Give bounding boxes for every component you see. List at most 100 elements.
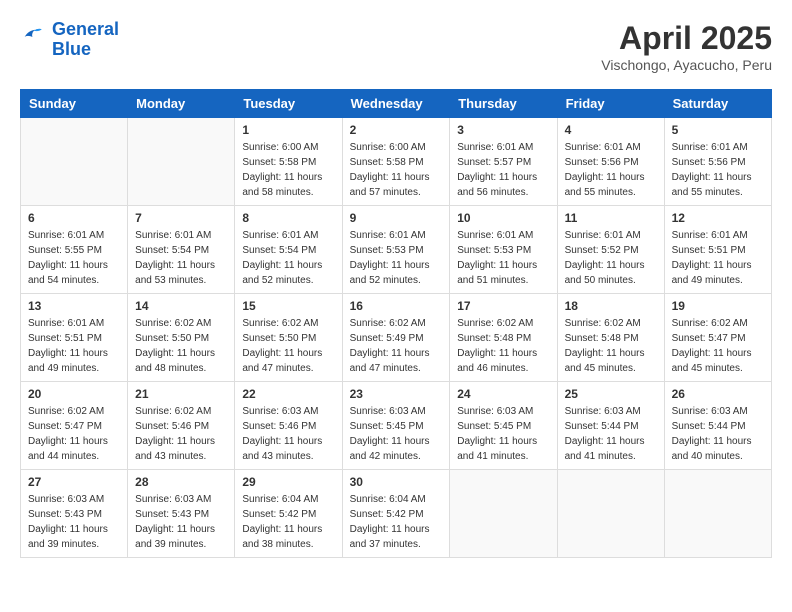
calendar-cell: 8 Sunrise: 6:01 AM Sunset: 5:54 PM Daylig… [235,206,342,294]
calendar-cell: 16Sunrise: 6:02 AM Sunset: 5:49 PM Dayli… [342,294,450,382]
day-detail: Sunrise: 6:03 AM Sunset: 5:45 PM Dayligh… [350,404,443,464]
day-detail: Sunrise: 6:03 AM Sunset: 5:45 PM Dayligh… [457,404,549,464]
day-number: 29 [242,475,334,489]
calendar-cell: 29 Sunrise: 6:04 AM Sunset: 5:42 PM Dayli… [235,470,342,558]
weekday-header: Friday [557,90,664,118]
day-detail: Sunrise: 6:03 AM Sunset: 5:46 PM Dayligh… [242,404,334,464]
day-detail: Sunrise: 6:03 AM Sunset: 5:43 PM Dayligh… [28,492,120,552]
day-detail: Sunrise: 6:02 AM Sunset: 5:48 PM Dayligh… [565,316,657,376]
day-detail: Sunrise: 6:01 AM Sunset: 5:56 PM Dayligh… [565,140,657,200]
page-header: General Blue April 2025 Vischongo, Ayacu… [20,20,772,73]
day-detail: Sunrise: 6:01 AM Sunset: 5:51 PM Dayligh… [672,228,764,288]
calendar-cell: 21Sunrise: 6:02 AM Sunset: 5:46 PM Dayli… [128,382,235,470]
calendar-cell: 14 Sunrise: 6:02 AM Sunset: 5:50 PM Dayli… [128,294,235,382]
weekday-header: Saturday [664,90,771,118]
calendar-week-row: 1 Sunrise: 6:00 AM Sunset: 5:58 PM Daylig… [21,118,772,206]
calendar-cell [664,470,771,558]
day-detail: Sunrise: 6:02 AM Sunset: 5:46 PM Dayligh… [135,404,227,464]
day-number: 7 [135,211,227,225]
day-number: 23 [350,387,443,401]
day-detail: Sunrise: 6:02 AM Sunset: 5:50 PM Dayligh… [135,316,227,376]
calendar-cell [557,470,664,558]
day-number: 18 [565,299,657,313]
day-detail: Sunrise: 6:04 AM Sunset: 5:42 PM Dayligh… [350,492,443,552]
calendar-cell: 18 Sunrise: 6:02 AM Sunset: 5:48 PM Dayli… [557,294,664,382]
calendar-cell: 22 Sunrise: 6:03 AM Sunset: 5:46 PM Dayli… [235,382,342,470]
day-detail: Sunrise: 6:01 AM Sunset: 5:53 PM Dayligh… [457,228,549,288]
day-detail: Sunrise: 6:01 AM Sunset: 5:53 PM Dayligh… [350,228,443,288]
day-detail: Sunrise: 6:01 AM Sunset: 5:54 PM Dayligh… [242,228,334,288]
calendar-week-row: 13 Sunrise: 6:01 AM Sunset: 5:51 PM Dayli… [21,294,772,382]
day-number: 2 [350,123,443,137]
weekday-header: Sunday [21,90,128,118]
day-detail: Sunrise: 6:03 AM Sunset: 5:44 PM Dayligh… [565,404,657,464]
day-number: 10 [457,211,549,225]
weekday-header: Wednesday [342,90,450,118]
calendar-cell: 26Sunrise: 6:03 AM Sunset: 5:44 PM Dayli… [664,382,771,470]
day-number: 6 [28,211,120,225]
calendar-cell: 2 Sunrise: 6:00 AM Sunset: 5:58 PM Daylig… [342,118,450,206]
calendar-table: SundayMondayTuesdayWednesdayThursdayFrid… [20,89,772,558]
day-detail: Sunrise: 6:01 AM Sunset: 5:57 PM Dayligh… [457,140,549,200]
day-number: 4 [565,123,657,137]
day-detail: Sunrise: 6:01 AM Sunset: 5:52 PM Dayligh… [565,228,657,288]
calendar-location: Vischongo, Ayacucho, Peru [601,57,772,73]
day-number: 11 [565,211,657,225]
calendar-cell: 27 Sunrise: 6:03 AM Sunset: 5:43 PM Dayli… [21,470,128,558]
day-number: 22 [242,387,334,401]
weekday-header: Monday [128,90,235,118]
day-detail: Sunrise: 6:02 AM Sunset: 5:50 PM Dayligh… [242,316,334,376]
calendar-week-row: 6Sunrise: 6:01 AM Sunset: 5:55 PM Daylig… [21,206,772,294]
calendar-cell: 12 Sunrise: 6:01 AM Sunset: 5:51 PM Dayli… [664,206,771,294]
calendar-cell: 5 Sunrise: 6:01 AM Sunset: 5:56 PM Daylig… [664,118,771,206]
day-detail: Sunrise: 6:00 AM Sunset: 5:58 PM Dayligh… [242,140,334,200]
day-number: 30 [350,475,443,489]
calendar-cell [128,118,235,206]
logo-icon [20,23,48,51]
day-number: 17 [457,299,549,313]
day-number: 15 [242,299,334,313]
day-number: 12 [672,211,764,225]
day-detail: Sunrise: 6:02 AM Sunset: 5:47 PM Dayligh… [28,404,120,464]
day-detail: Sunrise: 6:03 AM Sunset: 5:43 PM Dayligh… [135,492,227,552]
calendar-cell: 20 Sunrise: 6:02 AM Sunset: 5:47 PM Dayli… [21,382,128,470]
calendar-cell: 3 Sunrise: 6:01 AM Sunset: 5:57 PM Daylig… [450,118,557,206]
logo-text: General Blue [52,20,119,60]
calendar-cell: 19Sunrise: 6:02 AM Sunset: 5:47 PM Dayli… [664,294,771,382]
logo: General Blue [20,20,119,60]
calendar-cell: 10 Sunrise: 6:01 AM Sunset: 5:53 PM Dayli… [450,206,557,294]
day-number: 1 [242,123,334,137]
day-detail: Sunrise: 6:04 AM Sunset: 5:42 PM Dayligh… [242,492,334,552]
day-number: 27 [28,475,120,489]
day-number: 8 [242,211,334,225]
calendar-cell: 1 Sunrise: 6:00 AM Sunset: 5:58 PM Daylig… [235,118,342,206]
day-detail: Sunrise: 6:00 AM Sunset: 5:58 PM Dayligh… [350,140,443,200]
calendar-cell: 7 Sunrise: 6:01 AM Sunset: 5:54 PM Daylig… [128,206,235,294]
day-detail: Sunrise: 6:03 AM Sunset: 5:44 PM Dayligh… [672,404,764,464]
day-number: 5 [672,123,764,137]
day-number: 24 [457,387,549,401]
day-number: 9 [350,211,443,225]
weekday-header: Thursday [450,90,557,118]
day-number: 14 [135,299,227,313]
day-detail: Sunrise: 6:01 AM Sunset: 5:56 PM Dayligh… [672,140,764,200]
day-detail: Sunrise: 6:01 AM Sunset: 5:51 PM Dayligh… [28,316,120,376]
calendar-week-row: 20 Sunrise: 6:02 AM Sunset: 5:47 PM Dayli… [21,382,772,470]
calendar-title: April 2025 [601,20,772,57]
calendar-header-row: SundayMondayTuesdayWednesdayThursdayFrid… [21,90,772,118]
day-number: 20 [28,387,120,401]
calendar-cell [21,118,128,206]
day-number: 3 [457,123,549,137]
calendar-cell: 24 Sunrise: 6:03 AM Sunset: 5:45 PM Dayli… [450,382,557,470]
calendar-cell: 15 Sunrise: 6:02 AM Sunset: 5:50 PM Dayli… [235,294,342,382]
calendar-cell: 13 Sunrise: 6:01 AM Sunset: 5:51 PM Dayli… [21,294,128,382]
calendar-cell: 6Sunrise: 6:01 AM Sunset: 5:55 PM Daylig… [21,206,128,294]
calendar-cell: 4 Sunrise: 6:01 AM Sunset: 5:56 PM Daylig… [557,118,664,206]
calendar-cell: 23 Sunrise: 6:03 AM Sunset: 5:45 PM Dayli… [342,382,450,470]
day-detail: Sunrise: 6:01 AM Sunset: 5:54 PM Dayligh… [135,228,227,288]
calendar-cell: 17Sunrise: 6:02 AM Sunset: 5:48 PM Dayli… [450,294,557,382]
calendar-cell: 9 Sunrise: 6:01 AM Sunset: 5:53 PM Daylig… [342,206,450,294]
day-number: 28 [135,475,227,489]
day-number: 13 [28,299,120,313]
calendar-cell [450,470,557,558]
